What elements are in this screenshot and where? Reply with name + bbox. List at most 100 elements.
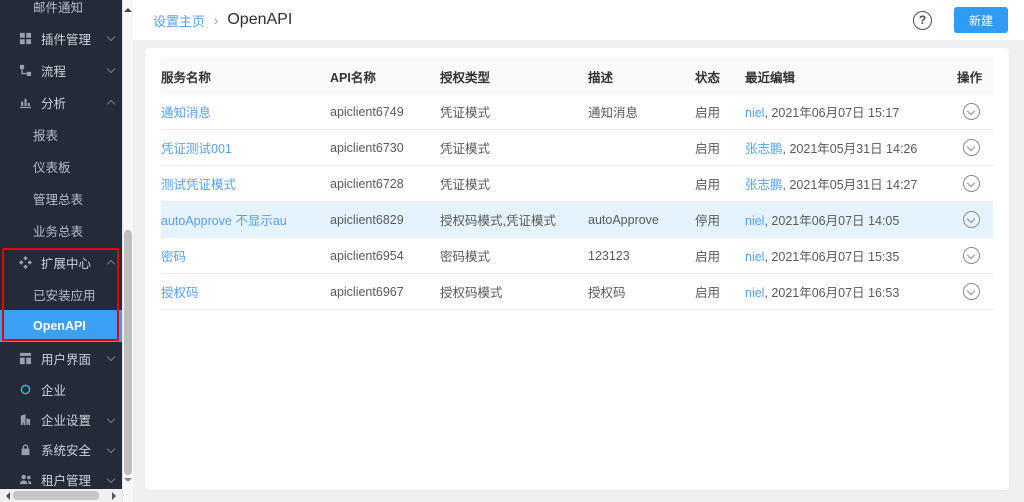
app-window: 邮件通知 插件管理 流程 分析 报表 仪表板 (0, 0, 1024, 502)
ui-icon (18, 351, 32, 365)
sidebar-item-system-security[interactable]: 系统安全 (0, 434, 122, 464)
service-name-link[interactable]: 测试凭证模式 (161, 178, 236, 192)
service-name-link[interactable]: 通知消息 (161, 106, 211, 120)
scroll-up-arrow-icon[interactable] (124, 4, 132, 12)
auth-type: 凭证模式 (440, 102, 588, 121)
building-icon (18, 412, 32, 426)
sidebar-item-mail-notification[interactable]: 邮件通知 (0, 0, 122, 22)
column-header-service-name: 服务名称 (161, 67, 330, 86)
vertical-scrollbar-thumb[interactable] (124, 230, 132, 475)
sidebar-item-enterprise-settings[interactable]: 企业设置 (0, 404, 122, 434)
sidebar-item-label: 系统安全 (41, 440, 91, 459)
header-actions: ? 新建 (913, 7, 1008, 33)
table-row: 凭证测试001 apiclient6730 凭证模式 启用 张志鹏, 2021年… (161, 130, 993, 166)
sidebar-item-installed-apps[interactable]: 已安装应用 (0, 278, 122, 310)
edited-date: 2021年06月07日 14:05 (771, 214, 899, 228)
auth-type: 凭证模式 (440, 174, 588, 193)
sidebar-item-extension-center[interactable]: 扩展中心 (0, 246, 122, 278)
status-text: 启用 (695, 174, 745, 193)
sidebar-item-label: 流程 (41, 61, 66, 80)
sidebar-item-enterprise[interactable]: 企业 (0, 374, 122, 404)
api-name: apiclient6829 (330, 213, 440, 227)
service-name-link[interactable]: 授权码 (161, 286, 199, 300)
breadcrumb-home-link[interactable]: 设置主页 (153, 11, 205, 30)
table-row: 密码 apiclient6954 密码模式 123123 启用 niel, 20… (161, 238, 993, 274)
edited-date: 2021年05月31日 14:27 (789, 178, 917, 192)
plugin-icon (18, 31, 32, 45)
description: 123123 (588, 249, 695, 263)
sidebar-item-plugin-management[interactable]: 插件管理 (0, 22, 122, 54)
sidebar-item-label: 仪表板 (33, 157, 71, 176)
editor-link[interactable]: 张志鹏 (745, 142, 783, 156)
column-header-description: 描述 (588, 67, 695, 86)
editor-link[interactable]: 张志鹏 (745, 178, 783, 192)
description: autoApprove (588, 213, 695, 227)
chevron-up-icon (107, 100, 115, 108)
edited-date: 2021年06月07日 16:53 (771, 286, 899, 300)
sidebar-item-dashboard[interactable]: 仪表板 (0, 150, 122, 182)
sidebar: 邮件通知 插件管理 流程 分析 报表 仪表板 (0, 0, 122, 502)
editor-link[interactable]: niel (745, 214, 764, 228)
table-row: 通知消息 apiclient6749 凭证模式 通知消息 启用 niel, 20… (161, 94, 993, 130)
row-actions-dropdown-icon[interactable] (963, 283, 980, 300)
service-name-link[interactable]: autoApprove 不显示au (161, 214, 287, 228)
sidebar-item-user-interface[interactable]: 用户界面 (0, 342, 122, 374)
auth-type: 授权码模式 (440, 282, 588, 301)
sidebar-item-analysis[interactable]: 分析 (0, 86, 122, 118)
table-row: 授权码 apiclient6967 授权码模式 授权码 启用 niel, 202… (161, 274, 993, 310)
enterprise-icon (18, 382, 32, 396)
editor-link[interactable]: niel (745, 286, 764, 300)
row-actions-dropdown-icon[interactable] (963, 139, 980, 156)
column-header-status: 状态 (695, 67, 745, 86)
scroll-down-arrow-icon[interactable] (124, 478, 132, 486)
status-text: 启用 (695, 282, 745, 301)
scroll-left-arrow-icon[interactable] (2, 492, 10, 500)
chevron-down-icon (107, 353, 115, 361)
api-name: apiclient6730 (330, 141, 440, 155)
sidebar-item-label: 扩展中心 (41, 253, 91, 272)
chevron-down-icon (107, 33, 115, 41)
api-name: apiclient6954 (330, 249, 440, 263)
page-title: OpenAPI (227, 11, 292, 29)
create-new-button[interactable]: 新建 (954, 7, 1008, 33)
row-actions-dropdown-icon[interactable] (963, 103, 980, 120)
sidebar-item-label: 管理总表 (33, 189, 83, 208)
sidebar-item-management-summary[interactable]: 管理总表 (0, 182, 122, 214)
auth-type: 凭证模式 (440, 138, 588, 157)
main-content: 设置主页 › OpenAPI ? 新建 服务名称 API名称 授权类型 描述 状… (133, 0, 1024, 502)
column-header-auth-type: 授权类型 (440, 67, 588, 86)
row-actions-dropdown-icon[interactable] (963, 247, 980, 264)
column-header-api-name: API名称 (330, 67, 440, 86)
edited-date: 2021年06月07日 15:17 (771, 106, 899, 120)
status-text: 启用 (695, 102, 745, 121)
chevron-down-icon (107, 415, 115, 423)
editor-link[interactable]: niel (745, 250, 764, 264)
page-header: 设置主页 › OpenAPI ? 新建 (133, 0, 1024, 40)
row-actions-dropdown-icon[interactable] (963, 175, 980, 192)
chevron-down-icon (107, 445, 115, 453)
sidebar-item-business-summary[interactable]: 业务总表 (0, 214, 122, 246)
sidebar-item-workflow[interactable]: 流程 (0, 54, 122, 86)
column-header-actions: 操作 (957, 67, 993, 86)
service-name-link[interactable]: 凭证测试001 (161, 142, 232, 156)
row-actions-dropdown-icon[interactable] (963, 211, 980, 228)
sidebar-horizontal-scrollbar[interactable] (0, 489, 122, 502)
openapi-table-card: 服务名称 API名称 授权类型 描述 状态 最近编辑 操作 通知消息 apicl… (145, 48, 1009, 490)
scroll-right-arrow-icon[interactable] (112, 492, 120, 500)
sidebar-item-label: 租户管理 (41, 470, 91, 489)
api-name: apiclient6967 (330, 285, 440, 299)
horizontal-scrollbar-thumb[interactable] (13, 491, 99, 500)
sidebar-item-label: OpenAPI (33, 319, 86, 333)
help-icon[interactable]: ? (913, 11, 932, 30)
status-text: 启用 (695, 246, 745, 265)
analysis-icon (18, 95, 32, 109)
editor-link[interactable]: niel (745, 106, 764, 120)
status-text: 启用 (695, 138, 745, 157)
sidebar-vertical-scrollbar[interactable] (122, 0, 133, 502)
column-header-last-edited: 最近编辑 (745, 67, 957, 86)
sidebar-item-reports[interactable]: 报表 (0, 118, 122, 150)
sidebar-item-openapi[interactable]: OpenAPI (0, 310, 122, 342)
service-name-link[interactable]: 密码 (161, 250, 186, 264)
flow-icon (18, 63, 32, 77)
table-body: 通知消息 apiclient6749 凭证模式 通知消息 启用 niel, 20… (161, 94, 993, 310)
